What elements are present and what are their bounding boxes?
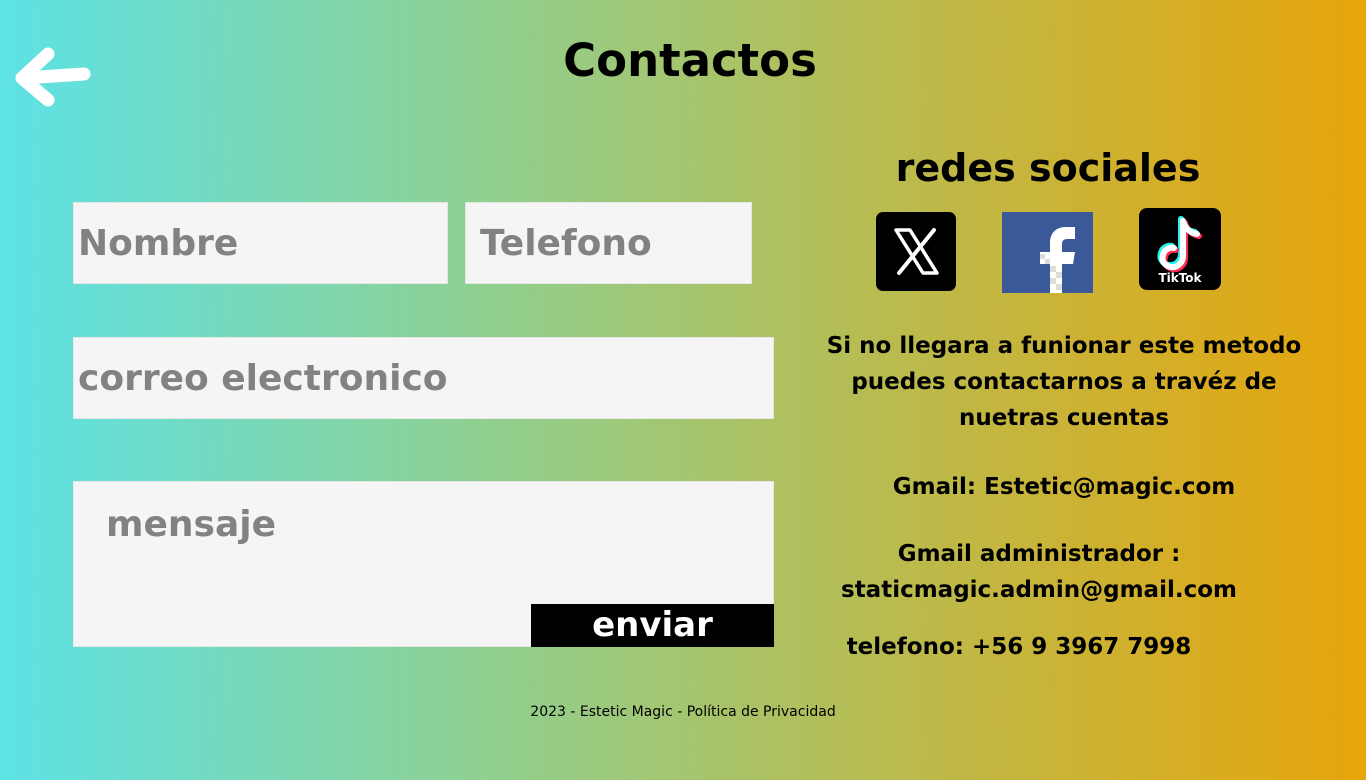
page-title: Contactos [563,34,817,87]
x-logo-icon[interactable] [876,212,956,291]
name-input[interactable] [73,202,448,284]
facebook-logo-icon[interactable] [1002,212,1093,293]
phone-text: telefono: +56 9 3967 7998 [846,634,1192,660]
message-textarea[interactable] [74,482,532,646]
admin-email: staticmagic.admin@gmail.com [841,577,1237,603]
gmail-text: Gmail: Estetic@magic.com [892,474,1236,500]
send-button[interactable]: enviar [531,604,774,647]
tiktok-label: TikTok [1158,271,1202,285]
phone-input[interactable] [465,202,752,284]
contact-notice: Si no llegara a funionar este metodo pue… [826,333,1302,431]
email-input[interactable] [73,337,774,419]
admin-label: Gmail administrador : [897,541,1181,567]
social-title: redes sociales [895,146,1201,190]
tiktok-logo-icon[interactable]: TikTok [1139,208,1221,290]
footer: 2023 - Estetic Magic - Política de Priva… [530,704,836,720]
